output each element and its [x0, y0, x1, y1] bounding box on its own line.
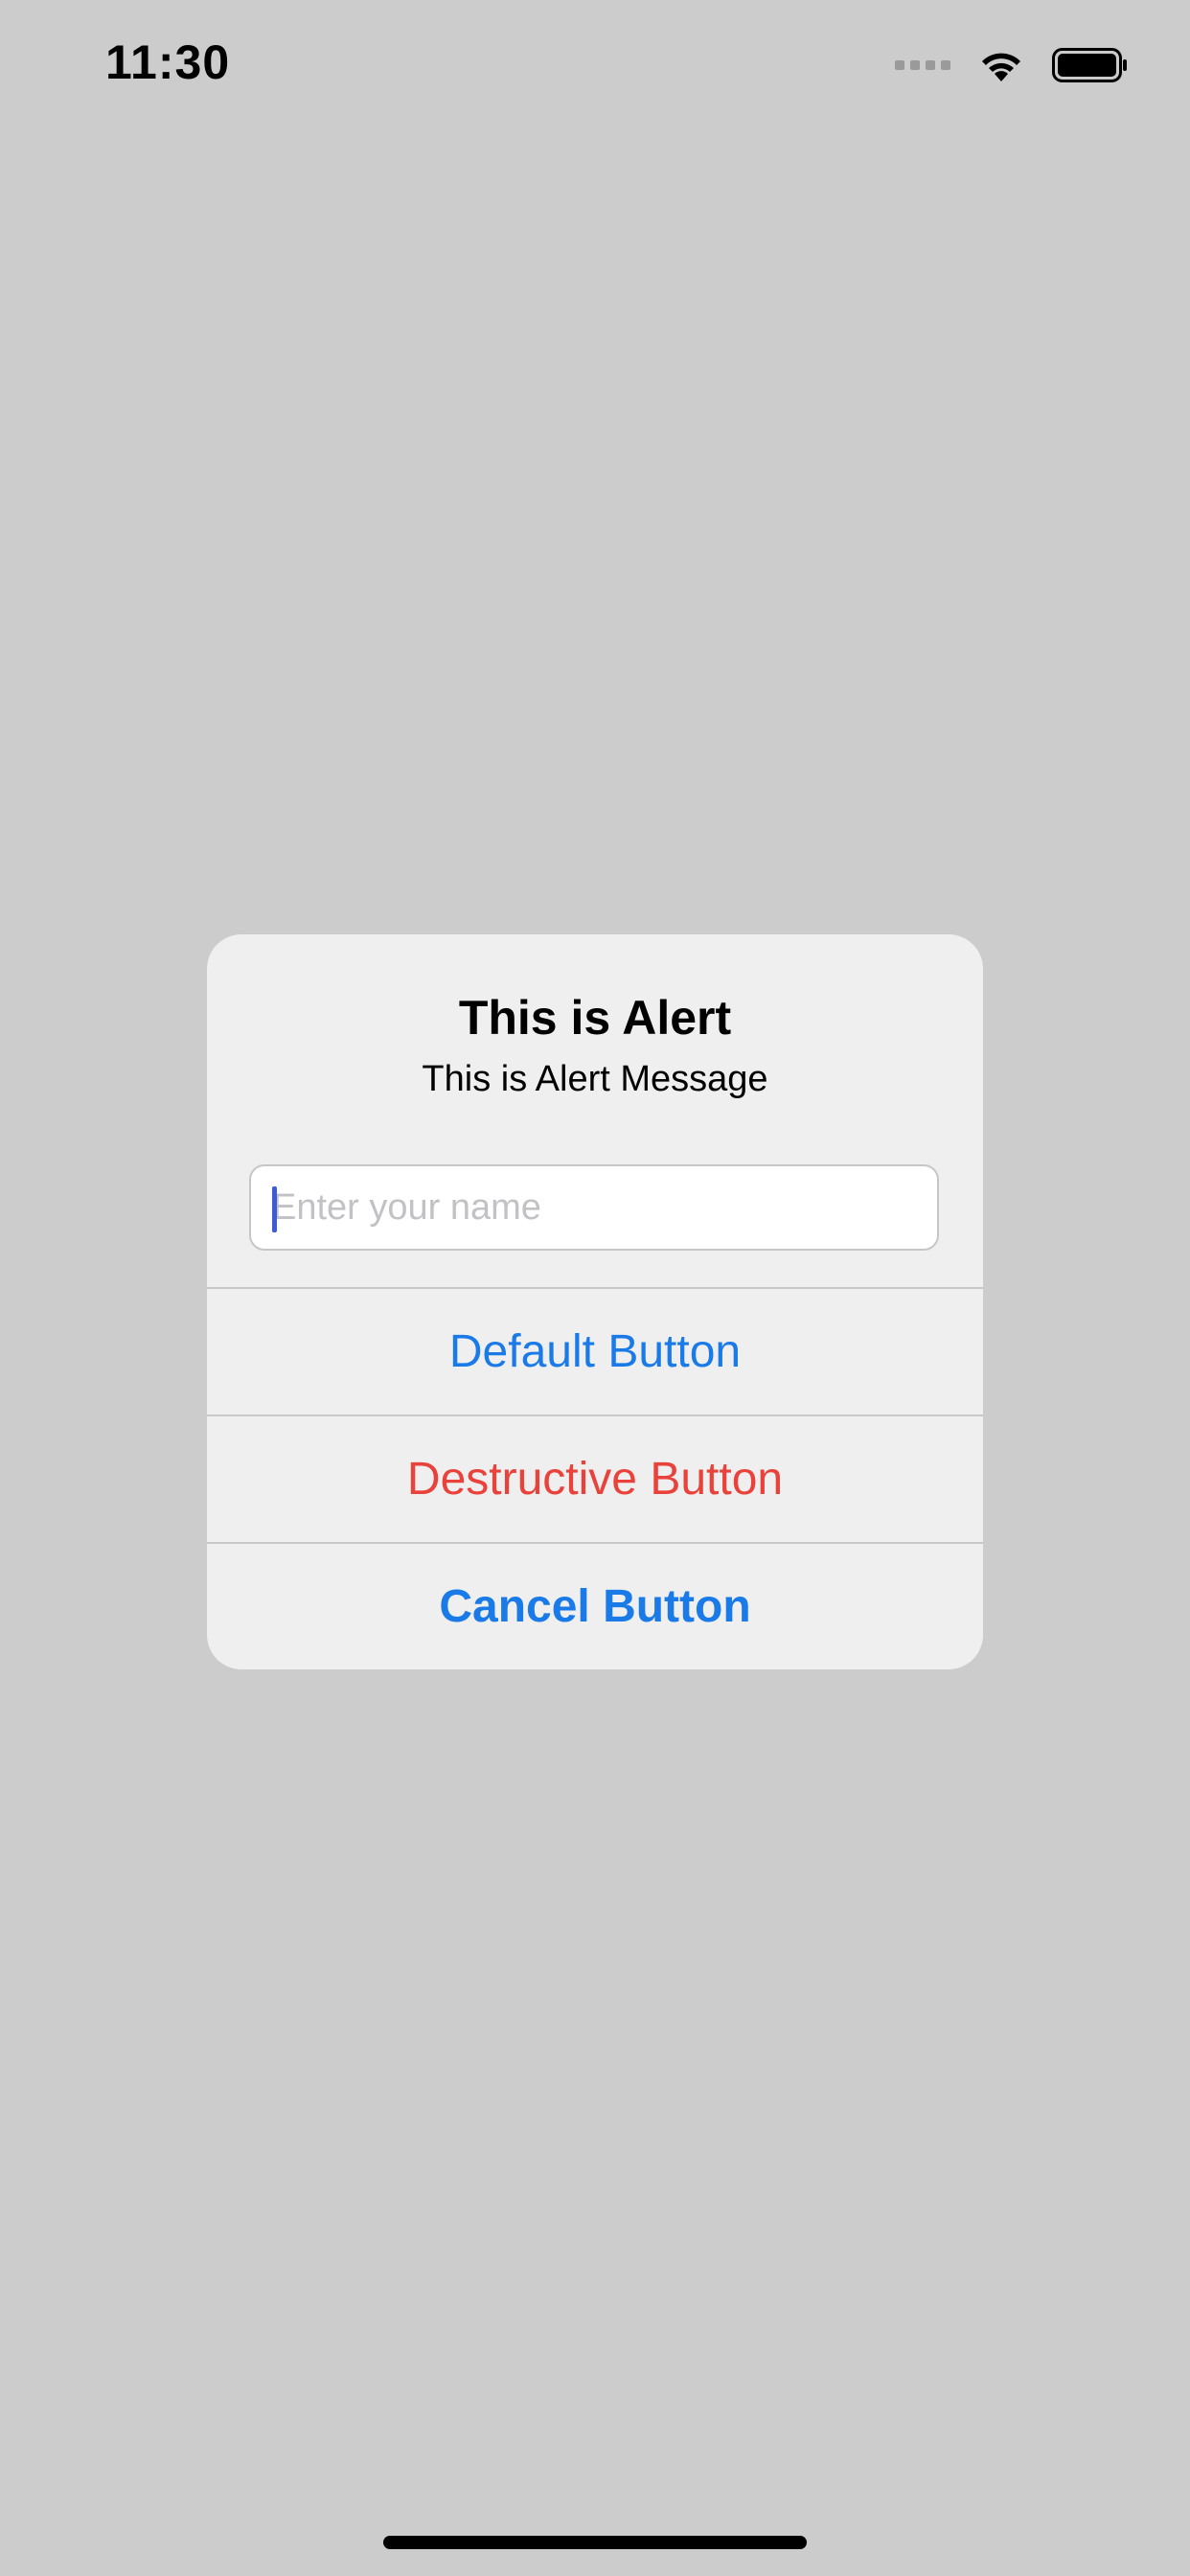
- wifi-icon: [977, 47, 1025, 83]
- alert-dialog: This is Alert This is Alert Message Defa…: [207, 934, 983, 1669]
- destructive-button[interactable]: Destructive Button: [207, 1416, 983, 1542]
- text-cursor: [272, 1186, 277, 1232]
- default-button[interactable]: Default Button: [207, 1289, 983, 1414]
- status-bar: 11:30: [0, 0, 1190, 134]
- status-time: 11:30: [105, 35, 231, 89]
- cellular-signal-icon: [895, 60, 950, 70]
- home-indicator[interactable]: [383, 2536, 807, 2549]
- name-text-field[interactable]: [249, 1164, 939, 1251]
- alert-message: This is Alert Message: [422, 1059, 768, 1099]
- alert-title: This is Alert: [458, 991, 732, 1045]
- status-icons: [895, 42, 1129, 88]
- battery-icon: [1052, 47, 1129, 83]
- name-input[interactable]: [272, 1166, 924, 1249]
- cancel-button[interactable]: Cancel Button: [207, 1544, 983, 1669]
